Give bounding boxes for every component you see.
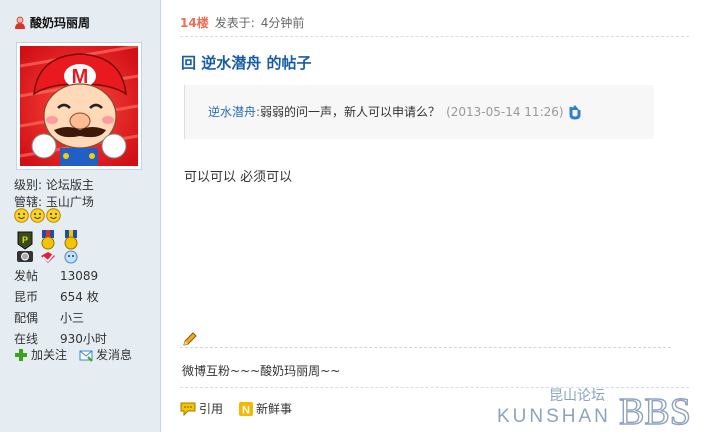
post-meta: 14楼 发表于: 4分钟前 [180, 14, 304, 31]
svg-text:KUNSHAN: KUNSHAN [497, 406, 611, 427]
stat-label: 发帖 [14, 269, 39, 283]
send-message-button[interactable]: 发消息 [79, 346, 132, 363]
stat-value: 930小时 [60, 332, 107, 346]
fresh-news-label: 新鲜事 [256, 402, 293, 416]
posted-prefix: 发表于: [214, 16, 255, 30]
level-row: 级别: 论坛版主 [14, 176, 94, 193]
stat-row: 配偶 小三 [14, 307, 107, 328]
stat-value: 13089 [60, 268, 99, 283]
quote-body: 逆水潜舟: 弱弱的问一声，新人可以申请么？ (2013-05-14 11:26) [208, 103, 582, 120]
level-value: 论坛版主 [45, 178, 94, 192]
divider [180, 36, 689, 37]
post-actions: 引用 N 新鲜事 [180, 400, 292, 417]
avatar-frame[interactable]: M [16, 42, 142, 170]
quote-button[interactable]: 引用 [180, 400, 223, 417]
author-name[interactable]: 酸奶玛丽周 [30, 14, 90, 31]
quote-text: 弱弱的问一声，新人可以申请么？ [260, 105, 441, 119]
medals: P [15, 230, 85, 264]
back-to-quote-icon[interactable] [568, 104, 582, 120]
fresh-news-button[interactable]: N 新鲜事 [239, 400, 292, 417]
quote-bubble-icon [180, 402, 196, 416]
pencil-icon [183, 332, 197, 346]
plus-icon [15, 348, 27, 361]
quote-time: (2013-05-14 11:26) [446, 104, 564, 119]
user-icon [15, 16, 25, 29]
stat-value: 654 枚 [60, 290, 99, 304]
level-label: 级别: [14, 178, 43, 192]
medal-icon[interactable] [61, 230, 81, 264]
follow-button[interactable]: 加关注 [14, 346, 67, 363]
manage-value: 玉山广场 [45, 195, 94, 209]
message-label: 发消息 [96, 348, 133, 362]
stat-value: 小三 [60, 311, 85, 325]
kunshan-bbs-watermark: 昆山论坛 KUNSHAN BBS [497, 388, 692, 430]
post-content: 可以可以 必须可以 [184, 170, 293, 185]
manage-label: 管辖: [14, 195, 43, 209]
quote-button-label: 引用 [199, 402, 224, 416]
fresh-news-icon: N [239, 401, 254, 416]
signature-divider [180, 347, 671, 348]
quote-user[interactable]: 逆水潜舟: [208, 103, 260, 120]
post-title: 回 逆水潜舟 的帖子 [181, 54, 312, 72]
quote-block: 逆水潜舟: 弱弱的问一声，新人可以申请么？ (2013-05-14 11:26) [184, 85, 654, 139]
smiley-icon [14, 208, 29, 223]
rank-faces [14, 208, 61, 223]
svg-text:昆山论坛: 昆山论坛 [549, 388, 605, 404]
signature: 微博互粉~~~酸奶玛丽周~~ [182, 364, 341, 378]
avatar[interactable]: M [20, 46, 138, 166]
svg-text:BBS: BBS [619, 391, 691, 430]
stat-label: 昆币 [14, 290, 39, 304]
posted-time: 4分钟前 [260, 16, 305, 30]
post-main: 14楼 发表于: 4分钟前 回 逆水潜舟 的帖子 逆水潜舟: 弱弱的问一声，新人… [162, 0, 703, 432]
smiley-icon [46, 208, 61, 223]
stat-row: 昆币 654 枚 [14, 286, 107, 307]
envelope-icon [79, 350, 93, 362]
smiley-icon [30, 208, 45, 223]
svg-text:P: P [22, 235, 28, 245]
stat-row: 发帖 13089 [14, 265, 107, 286]
medal-icon[interactable] [38, 230, 58, 264]
author-stats: 发帖 13089 昆币 654 枚 配偶 小三 在线 930小时 [14, 265, 107, 349]
author-sidebar: 酸奶玛丽周 M 级别: 论坛版主 管辖: 玉山广场 P 发帖 13089 昆币 … [0, 0, 161, 432]
stat-label: 配偶 [14, 311, 39, 325]
stat-label: 在线 [14, 332, 39, 346]
floor-number[interactable]: 14楼 [180, 14, 209, 31]
svg-text:N: N [242, 404, 250, 416]
medal-icon[interactable]: P [15, 230, 35, 264]
author-actions: 加关注 发消息 [14, 346, 132, 363]
follow-label: 加关注 [31, 348, 68, 362]
quote-bar [184, 85, 185, 139]
author-header: 酸奶玛丽周 [14, 14, 90, 30]
